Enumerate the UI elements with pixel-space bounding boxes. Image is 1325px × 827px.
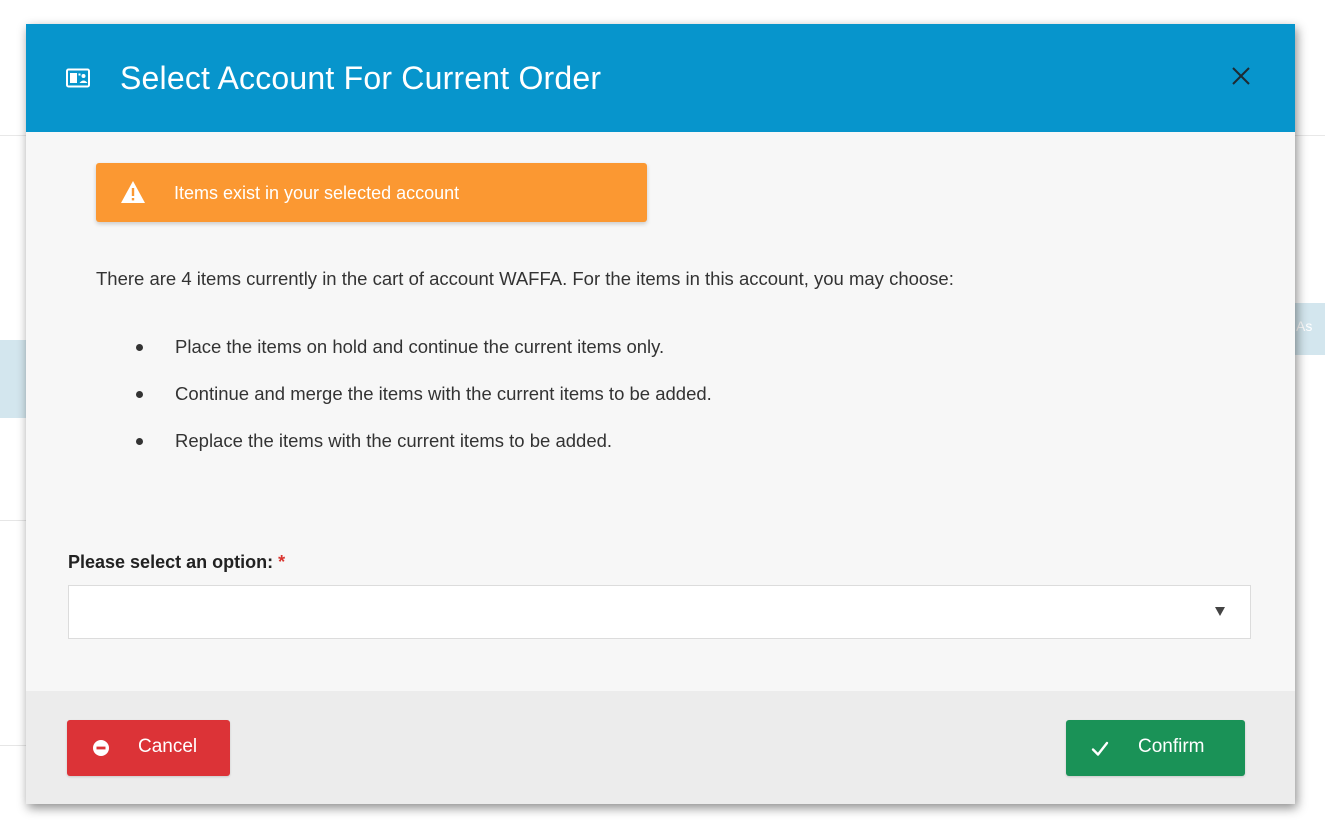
- contact-card-icon: [66, 68, 90, 88]
- minus-circle-icon: [93, 740, 109, 756]
- list-item-text: Continue and merge the items with the cu…: [175, 383, 712, 404]
- confirm-label: Confirm: [1138, 736, 1205, 757]
- background-fragment-text: As: [1296, 318, 1313, 334]
- select-account-modal: Select Account For Current Order Items e…: [26, 24, 1295, 804]
- required-marker: *: [278, 552, 286, 572]
- modal-header: Select Account For Current Order: [26, 24, 1295, 132]
- modal-body: Items exist in your selected account The…: [26, 132, 1295, 691]
- list-item-text: Replace the items with the current items…: [175, 430, 613, 451]
- option-label-text: Please select an option:: [68, 552, 274, 572]
- intro-text: There are 4 items currently in the cart …: [96, 268, 954, 289]
- caret-down-icon: [1215, 607, 1225, 616]
- bullet-icon: [136, 344, 143, 351]
- modal-title: Select Account For Current Order: [120, 60, 602, 96]
- cancel-button[interactable]: Cancel: [67, 720, 230, 776]
- close-icon[interactable]: [1228, 63, 1254, 89]
- list-item-text: Place the items on hold and continue the…: [175, 336, 665, 357]
- options-list: Place the items on hold and continue the…: [136, 336, 712, 477]
- cancel-label: Cancel: [138, 736, 198, 757]
- bullet-icon: [136, 438, 143, 445]
- list-item: Replace the items with the current items…: [136, 430, 712, 477]
- option-select[interactable]: [68, 585, 1251, 639]
- option-field-label: Please select an option: *: [68, 552, 285, 573]
- confirm-button[interactable]: Confirm: [1066, 720, 1245, 776]
- warning-alert: Items exist in your selected account: [96, 163, 647, 222]
- modal-footer: Cancel Confirm: [26, 691, 1295, 804]
- bullet-icon: [136, 391, 143, 398]
- list-item: Place the items on hold and continue the…: [136, 336, 712, 383]
- list-item: Continue and merge the items with the cu…: [136, 383, 712, 430]
- alert-message: Items exist in your selected account: [174, 183, 460, 203]
- warning-triangle-icon: [121, 181, 145, 203]
- checkmark-icon: [1091, 741, 1109, 756]
